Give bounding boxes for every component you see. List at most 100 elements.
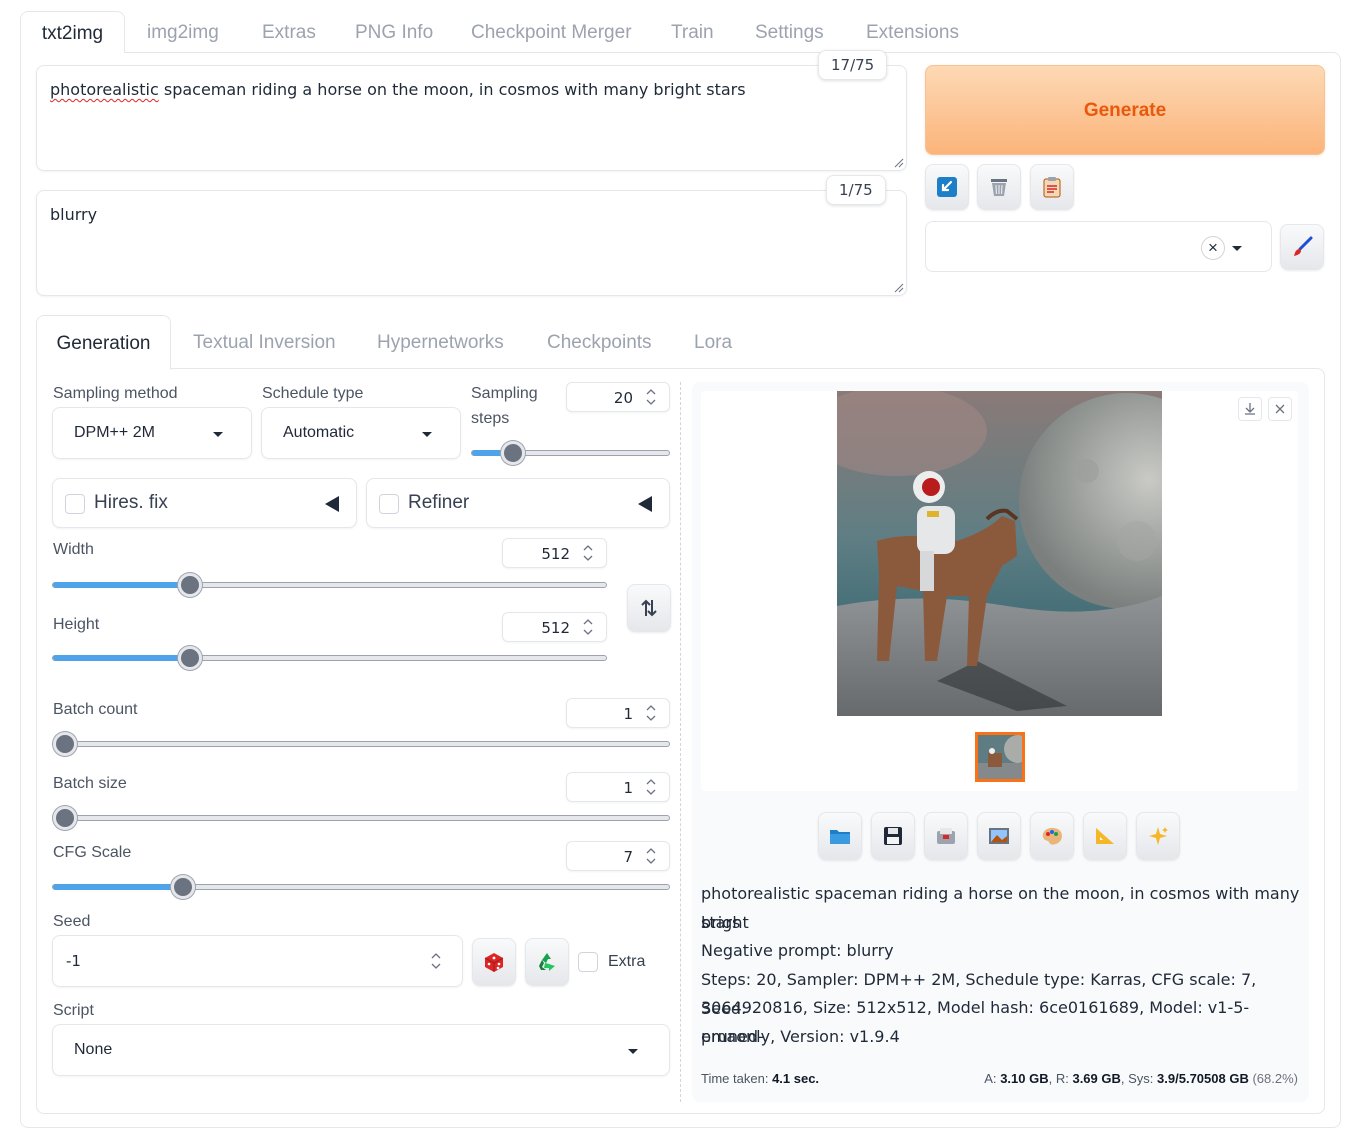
width-input[interactable]: 512: [502, 538, 607, 568]
batch-count-label: Batch count: [53, 701, 138, 718]
tab-txt2img[interactable]: txt2img: [20, 11, 125, 53]
close-icon: [1275, 404, 1285, 414]
extra-seed-checkbox[interactable]: [578, 952, 598, 972]
tab-img2img[interactable]: img2img: [147, 22, 219, 44]
spinner-icon[interactable]: [645, 703, 657, 723]
tab-checkpoints[interactable]: Checkpoints: [547, 332, 652, 354]
mem-a-label: A:: [984, 1071, 997, 1086]
sampling-method-select[interactable]: DPM++ 2M: [52, 407, 252, 459]
generate-button[interactable]: Generate: [925, 65, 1325, 155]
palette-icon: [1042, 828, 1062, 845]
info-params-line-3: emaonly, Version: v1.9.4: [701, 1027, 900, 1046]
memory-usage: A: 3.10 GB, R: 3.69 GB, Sys: 3.9/5.70508…: [984, 1071, 1298, 1086]
tab-train[interactable]: Train: [671, 22, 714, 44]
negative-prompt-input[interactable]: blurry: [36, 190, 907, 296]
apply-styles-button[interactable]: [1030, 164, 1074, 210]
sampling-method-value: DPM++ 2M: [74, 424, 155, 441]
slider-thumb[interactable]: [53, 806, 77, 830]
height-input[interactable]: 512: [502, 612, 607, 642]
width-slider[interactable]: [52, 573, 607, 597]
tab-generation[interactable]: Generation: [36, 315, 171, 370]
read-generation-params-button[interactable]: [925, 164, 969, 210]
send-to-img2img-button[interactable]: [977, 812, 1021, 860]
tab-checkpoint-merger[interactable]: Checkpoint Merger: [471, 22, 632, 44]
styles-dropdown[interactable]: ×: [925, 221, 1272, 272]
time-taken: Time taken: 4.1 sec.: [701, 1071, 819, 1086]
hires-fix-checkbox[interactable]: [65, 494, 85, 514]
random-seed-button[interactable]: [472, 938, 516, 986]
image-icon: [989, 828, 1009, 844]
schedule-type-value: Automatic: [283, 424, 355, 441]
save-zip-button[interactable]: [924, 812, 968, 860]
download-icon: [1245, 403, 1255, 415]
batch-count-slider[interactable]: [52, 732, 670, 756]
spinner-icon[interactable]: [582, 543, 594, 563]
sampling-steps-label-2: steps: [471, 410, 510, 427]
batch-size-input[interactable]: 1: [566, 772, 670, 802]
tab-extensions[interactable]: Extensions: [866, 22, 959, 44]
prompt-token-counter: 17/75: [818, 50, 888, 80]
open-folder-button[interactable]: [818, 812, 862, 860]
arrow-icon: [937, 177, 957, 197]
resize-grip-icon[interactable]: [892, 281, 904, 293]
upscale-button[interactable]: [1136, 812, 1180, 860]
script-label: Script: [53, 1002, 94, 1019]
download-image-button[interactable]: [1238, 397, 1262, 421]
tab-extras[interactable]: Extras: [262, 22, 316, 44]
hires-fix-accordion[interactable]: Hires. fix: [52, 478, 357, 528]
sampling-steps-value: 20: [613, 389, 633, 407]
send-to-inpaint-button[interactable]: [1030, 812, 1074, 860]
schedule-type-label: Schedule type: [262, 385, 364, 402]
height-slider[interactable]: [52, 646, 607, 670]
prompt-text-misspelled: photorealistic: [50, 80, 159, 99]
mem-a-value: 3.10 GB: [1000, 1071, 1049, 1086]
tab-png-info[interactable]: PNG Info: [355, 22, 433, 44]
save-button[interactable]: [871, 812, 915, 860]
spinner-icon[interactable]: [645, 387, 657, 407]
clear-prompt-button[interactable]: [977, 164, 1021, 210]
image-thumbnail[interactable]: [975, 732, 1032, 782]
refiner-accordion[interactable]: Refiner: [366, 478, 670, 528]
tab-textual-inversion[interactable]: Textual Inversion: [193, 332, 336, 354]
schedule-type-select[interactable]: Automatic: [261, 407, 461, 459]
spinner-icon[interactable]: [582, 617, 594, 637]
sampling-steps-slider[interactable]: [471, 441, 670, 465]
chevron-down-icon[interactable]: [1232, 246, 1242, 251]
height-label: Height: [53, 616, 100, 633]
extra-seed-label: Extra: [608, 953, 646, 970]
expand-arrow-icon[interactable]: [638, 496, 652, 512]
batch-count-value: 1: [623, 705, 633, 723]
cfg-scale-slider[interactable]: [52, 875, 670, 899]
clear-styles-icon[interactable]: ×: [1201, 236, 1225, 260]
info-negative-prompt: Negative prompt: blurry: [701, 941, 894, 960]
recycle-icon: [539, 953, 555, 971]
tab-settings[interactable]: Settings: [755, 22, 824, 44]
cfg-scale-input[interactable]: 7: [566, 841, 670, 871]
batch-count-input[interactable]: 1: [566, 698, 670, 728]
resize-grip-icon[interactable]: [892, 156, 904, 168]
prompt-input[interactable]: photorealistic spaceman riding a horse o…: [36, 65, 907, 171]
spinner-icon[interactable]: [430, 950, 442, 972]
trash-icon: [991, 179, 1007, 196]
sampling-steps-input[interactable]: 20: [566, 382, 670, 412]
send-to-extras-button[interactable]: [1083, 812, 1127, 860]
reuse-seed-button[interactable]: [525, 938, 569, 986]
width-value: 512: [541, 545, 570, 563]
slider-fill: [53, 884, 184, 890]
batch-size-slider[interactable]: [52, 806, 670, 830]
generated-image[interactable]: [837, 391, 1162, 716]
script-select[interactable]: None: [52, 1024, 670, 1076]
tab-lora[interactable]: Lora: [694, 332, 732, 354]
swap-dimensions-button[interactable]: [627, 584, 671, 632]
spinner-icon[interactable]: [645, 846, 657, 866]
refiner-checkbox[interactable]: [379, 494, 399, 514]
slider-thumb[interactable]: [53, 732, 77, 756]
batch-size-label: Batch size: [53, 775, 127, 792]
edit-styles-button[interactable]: [1280, 224, 1324, 270]
close-image-button[interactable]: [1268, 397, 1292, 421]
expand-arrow-icon[interactable]: [325, 496, 339, 512]
hires-fix-label: Hires. fix: [94, 492, 168, 513]
spinner-icon[interactable]: [645, 777, 657, 797]
tab-hypernetworks[interactable]: Hypernetworks: [377, 332, 504, 354]
seed-input[interactable]: -1: [52, 935, 463, 987]
